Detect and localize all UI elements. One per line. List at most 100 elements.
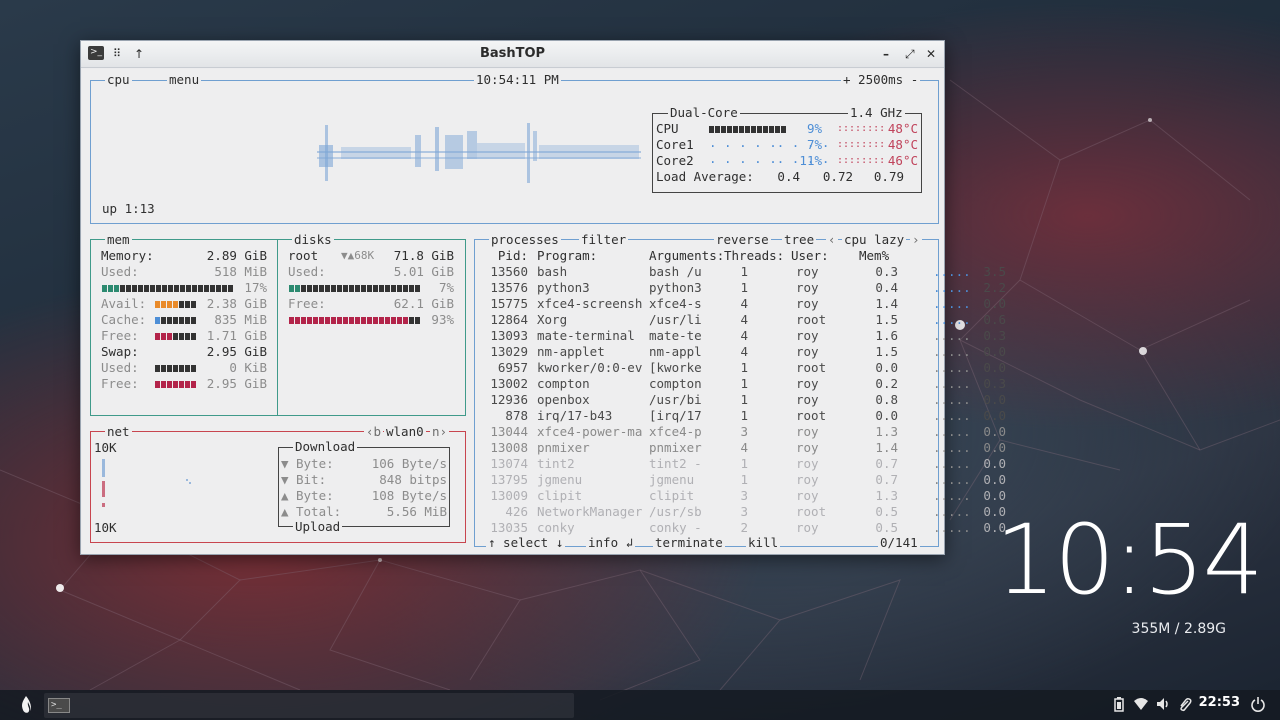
update-interval[interactable]: + 2500ms - (841, 72, 921, 88)
stat-value: 848 bitps (379, 472, 447, 487)
memory-label: Memory: (101, 248, 154, 263)
app-menu-flame-icon[interactable] (14, 693, 38, 718)
mem-avail-label: Avail: (101, 296, 147, 311)
select-control[interactable]: ↑ select ↓ (486, 535, 566, 551)
core-pct: 11% (799, 153, 822, 168)
col-mem: Mem% (859, 248, 890, 263)
process-program: clipit (537, 488, 583, 503)
process-row[interactable]: 13029 nm-applet nm-appl 4 roy 1.5 0.0..... (478, 344, 1006, 360)
process-cpu-graph: ..... (933, 328, 971, 343)
close-button[interactable]: ✕ (926, 46, 936, 62)
process-pid: 12864 (490, 312, 528, 327)
clipboard-paperclip-icon[interactable] (1178, 696, 1192, 716)
battery-icon[interactable] (1114, 696, 1124, 716)
process-row[interactable]: 13093 mate-terminal mate-te 4 roy 1.6 0.3..... (478, 328, 1006, 344)
process-threads: 1 (740, 376, 748, 391)
info-button[interactable]: info ↲ (586, 535, 636, 551)
filter-button[interactable]: filter (579, 232, 629, 248)
process-cpu: 0.6 (983, 312, 1006, 327)
process-cpu: 0.0 (983, 408, 1006, 423)
process-user: root (796, 504, 827, 519)
core-temp: 48°C (887, 137, 918, 152)
swap-used-meter (155, 365, 197, 372)
process-row[interactable]: 426 NetworkManager/usr/sb 3 root 0.5 0.0..... (478, 504, 1006, 520)
process-row[interactable]: 13044 xfce4-power-ma xfce4-p 3 roy 1.3 0.0....… (478, 424, 1006, 440)
process-row[interactable]: 6957 kworker/0:0-ev [kworke 1 root 0.0 0.0....… (478, 360, 1006, 376)
tree-button[interactable]: tree (782, 232, 817, 248)
process-cpu-graph: ..... (933, 488, 971, 503)
process-program: Xorg (537, 312, 568, 327)
sort-next-button[interactable]: › (910, 232, 922, 248)
iface-prev-button[interactable]: ‹b (364, 424, 384, 440)
process-cpu: 0.0 (983, 360, 1006, 375)
process-args: xfce4-p (649, 424, 702, 439)
terminate-button[interactable]: terminate (653, 535, 725, 551)
process-threads: 1 (740, 472, 748, 487)
sort-prev-button[interactable]: ‹ (826, 232, 838, 248)
process-cpu: 3.5 (983, 264, 1006, 279)
taskbar-clock[interactable]: 22:53 (1199, 695, 1240, 710)
power-icon[interactable] (1250, 696, 1266, 716)
net-graph (102, 459, 191, 507)
process-program: irq/17-b43 (537, 408, 613, 423)
process-row[interactable]: 13009 clipit clipit 3 roy 1.3 0.0..... (478, 488, 1006, 504)
process-row[interactable]: 13576 python3 python3 1 roy 0.4 2.2..... (478, 280, 1006, 296)
process-args: /usr/li (649, 312, 702, 327)
process-mem: 1.4 (875, 296, 898, 311)
core-name: Core2 (656, 153, 694, 168)
disk-name: root (288, 248, 319, 263)
process-cpu: 0.0 (983, 456, 1006, 471)
reverse-button[interactable]: reverse (714, 232, 771, 248)
process-threads: 3 (740, 504, 748, 519)
desktop-mem-info: 355M / 2.89G (1131, 621, 1226, 637)
process-pid: 13795 (490, 472, 528, 487)
mem-disks-divider (277, 239, 278, 416)
process-pid: 13029 (490, 344, 528, 359)
mem-used-pct: 17% (244, 280, 267, 295)
process-row[interactable]: 13002 compton compton 1 roy 0.2 0.3..... (478, 376, 1006, 392)
minimize-button[interactable]: – (883, 46, 889, 62)
window-titlebar[interactable]: >_ ⠿ ↑ BashTOP – ⤢ ✕ (81, 41, 944, 68)
volume-icon[interactable] (1155, 696, 1171, 716)
process-args: bash /u (649, 264, 702, 279)
wifi-icon[interactable] (1133, 696, 1149, 716)
process-row[interactable]: 12864 Xorg/usr/li 4 root 1.5 0.6..... (478, 312, 1006, 328)
process-pid: 12936 (490, 392, 528, 407)
process-row[interactable]: 13074 tint2 tint2 - 1 roy 0.7 0.0..... (478, 456, 1006, 472)
process-args: [irq/17 (649, 408, 702, 423)
process-mem: 1.4 (875, 440, 898, 455)
maximize-button[interactable]: ⤢ (905, 46, 915, 62)
process-program: conky (537, 520, 575, 535)
process-user: roy (796, 440, 819, 455)
menu-button[interactable]: menu (167, 72, 202, 88)
process-cpu-graph: ..... (933, 520, 971, 535)
taskbar-bashtop-entry[interactable]: >_ (44, 693, 574, 718)
process-mem: 1.5 (875, 312, 898, 327)
process-cpu: 0.3 (983, 328, 1006, 343)
process-pid: 13002 (490, 376, 528, 391)
process-mem: 1.5 (875, 344, 898, 359)
process-row[interactable]: 878 irq/17-b43 [irq/17 1 root 0.0 0.0..... (478, 408, 1006, 424)
process-row[interactable]: 12936 openbox/usr/bi 1 roy 0.8 0.0..... (478, 392, 1006, 408)
process-row[interactable]: 13035 conky conky -2 roy 0.5 0.0..... (478, 520, 1006, 536)
disk-io: ▼▲68K (341, 249, 375, 262)
process-threads: 4 (740, 296, 748, 311)
process-row[interactable]: 15775 xfce4-screensh xfce4-s 4 roy 1.4 0.0....… (478, 296, 1006, 312)
mem-avail-value: 2.38 GiB (206, 296, 267, 311)
process-row[interactable]: 13008 pnmixer pnmixer 4 roy 1.4 0.0..... (478, 440, 1006, 456)
mem-box-label: mem (105, 232, 132, 248)
process-row[interactable]: 13560 bash bash /u 1 roy 0.3 3.5..... (478, 264, 1006, 280)
process-pid: 13008 (490, 440, 528, 455)
cpu-clock: 10:54:11 PM (474, 72, 561, 88)
mem-free-meter (155, 333, 197, 340)
stat-label: Byte: (296, 456, 334, 471)
taskbar: >_ 22:53 (0, 690, 1280, 720)
upload-label: Upload (293, 519, 343, 535)
iface-next-button[interactable]: n› (430, 424, 450, 440)
col-threads: Threads: (724, 248, 785, 263)
process-threads: 4 (740, 344, 748, 359)
process-pid: 426 (505, 504, 528, 519)
terminal-area: cpu menu 10:54:11 PM + 2500ms - up 1:13 … (82, 69, 1006, 554)
kill-button[interactable]: kill (746, 535, 781, 551)
process-row[interactable]: 13795 jgmenu jgmenu 1 roy 0.7 0.0..... (478, 472, 1006, 488)
